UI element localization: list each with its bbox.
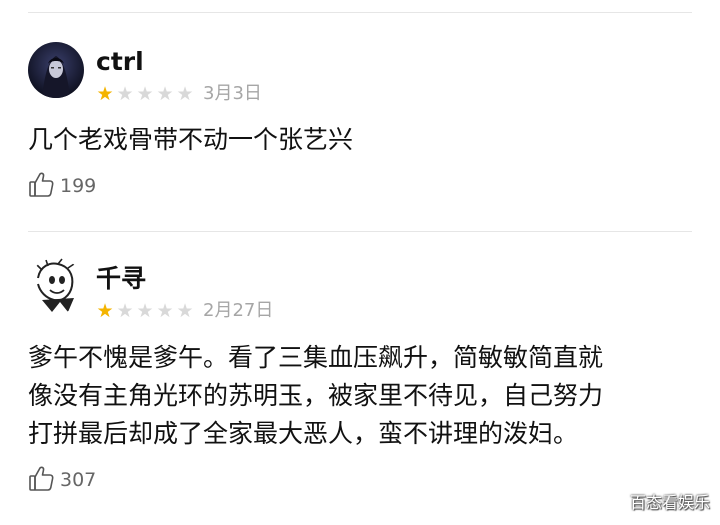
like-button[interactable]: 199 — [28, 171, 96, 201]
star-icon: ★ — [136, 300, 154, 322]
review-date: 3月3日 — [203, 83, 262, 104]
review-line: 像没有主角光环的苏明玉，被家里不待见，自己努力 — [28, 381, 604, 410]
star-icon: ★ — [136, 83, 154, 105]
like-count: 307 — [60, 469, 97, 491]
review-date: 2月27日 — [203, 300, 274, 321]
star-icon: ★ — [116, 300, 134, 322]
watermark: 百态看娱乐 — [629, 493, 710, 512]
star-icon: ★ — [176, 300, 194, 322]
avatar[interactable] — [28, 258, 84, 314]
star-rating: ★ ★ ★ ★ ★ 2月27日 — [95, 300, 274, 322]
review-divider — [28, 231, 692, 232]
review-content: 爹午不愧是爹午。看了三集血压飙升，简敏敏简直就 像没有主角光环的苏明玉，被家里不… — [28, 339, 688, 453]
star-icon: ★ — [176, 83, 194, 105]
review-line: 爹午不愧是爹午。看了三集血压飙升，简敏敏简直就 — [28, 343, 604, 372]
avatar[interactable] — [28, 42, 84, 98]
star-icon: ★ — [116, 83, 134, 105]
star-icon: ★ — [96, 300, 114, 322]
star-icon: ★ — [96, 83, 114, 105]
thumbs-up-icon — [28, 464, 56, 496]
top-divider — [28, 12, 692, 13]
star-icon: ★ — [156, 83, 174, 105]
review-line: 打拼最后却成了全家最大恶人，蛮不讲理的泼妇。 — [28, 419, 579, 448]
star-icon: ★ — [156, 300, 174, 322]
like-count: 199 — [60, 175, 97, 197]
username[interactable]: 千寻 — [96, 264, 146, 294]
review-content: 几个老戏骨带不动一个张艺兴 — [28, 121, 688, 159]
thumbs-up-icon — [28, 170, 56, 202]
username[interactable]: ctrl — [96, 47, 144, 77]
review-line: 几个老戏骨带不动一个张艺兴 — [28, 125, 354, 154]
like-button[interactable]: 307 — [28, 465, 96, 495]
star-rating: ★ ★ ★ ★ ★ 3月3日 — [95, 83, 262, 105]
